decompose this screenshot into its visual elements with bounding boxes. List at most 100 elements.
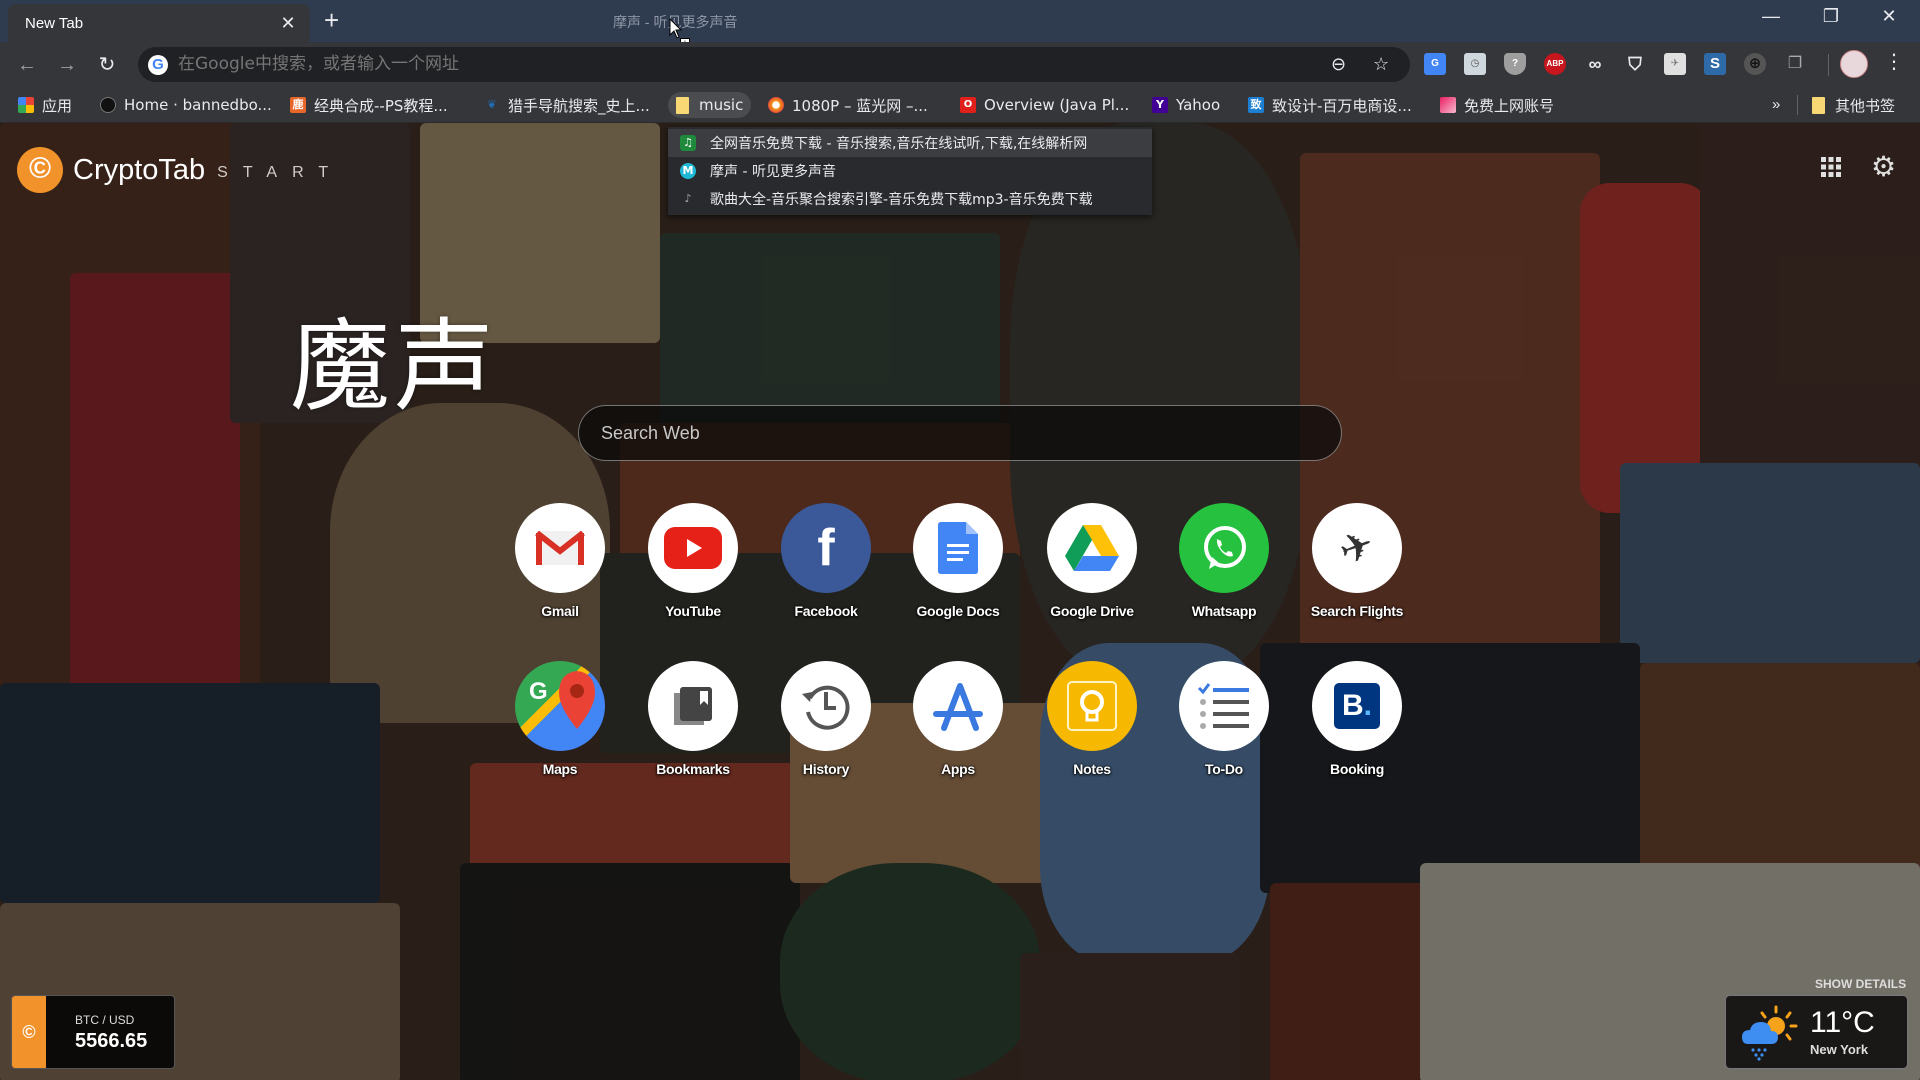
settings-button[interactable]: ⚙ [1871,153,1896,181]
tile-notes[interactable]: Notes [1042,661,1142,777]
history-icon [781,661,871,751]
weather-city: New York [1810,1042,1869,1057]
btc-pair-label: BTC / USD [75,1013,135,1027]
tile-youtube[interactable]: YouTube [643,503,743,619]
show-details-link[interactable]: SHOW DETAILS [1815,977,1906,991]
app-store-icon [913,661,1003,751]
bookmark-ps-tutorial[interactable]: 鹿 经典合成--PS教程... [282,92,456,118]
btc-price-value: 5566.65 [75,1030,148,1052]
menu-item-song-collection[interactable]: ♪ 歌曲大全-音乐聚合搜索引擎-音乐免费下载mp3-音乐免费下载 [668,185,1152,213]
chrome-menu-icon[interactable]: ⋮ [1884,49,1904,74]
bookmark-yahoo[interactable]: Y Yahoo [1144,92,1228,118]
weather-sun-cloud-rain-icon [1742,1005,1798,1061]
reload-button[interactable]: ↻ [93,51,121,79]
adblock-plus-icon[interactable]: ABP [1544,53,1566,75]
cryptotab-icon: © [17,147,63,193]
shield-extension-icon[interactable]: ? [1504,53,1526,75]
tile-label: Notes [1073,761,1111,777]
brand-name: CryptoTab [73,153,206,186]
bookmark-hunter-nav[interactable]: ❦ 猎手导航搜索_史上... [476,92,658,118]
new-tab-button[interactable]: + [324,7,339,33]
other-bookmarks[interactable]: 其他书签 [1804,92,1903,118]
booking-icon: B. [1312,661,1402,751]
tile-gmail[interactable]: Gmail [510,503,610,619]
tile-apps[interactable]: Apps [908,661,1008,777]
pages-extension-icon[interactable]: ❐ [1784,53,1806,75]
menu-item-quanwang-music[interactable]: ♫ 全网音乐免费下载 - 音乐搜索,音乐在线试听,下载,在线解析网 [668,129,1152,157]
profile-avatar[interactable] [1840,50,1868,78]
bookmark-folder-music[interactable]: music [668,92,752,118]
tile-maps[interactable]: G Maps [510,661,610,777]
weather-temperature: 11°C [1810,1006,1875,1039]
bookmark-label: 经典合成--PS教程... [314,96,448,115]
tile-history[interactable]: History [776,661,876,777]
tile-whatsapp[interactable]: Whatsapp [1174,503,1274,619]
bookmark-1080p[interactable]: 1080P – 蓝光网 –... [760,92,936,118]
bird-extension-icon[interactable]: ✈ [1664,53,1686,75]
back-button[interactable]: ← [13,51,41,79]
bookmark-label: 猎手导航搜索_史上... [508,96,650,115]
tile-booking[interactable]: B. Booking [1307,661,1407,777]
weather-widget[interactable]: 11°C New York [1725,995,1908,1069]
tile-facebook[interactable]: f Facebook [776,503,876,619]
gmail-icon [515,503,605,593]
search-box[interactable] [578,405,1342,461]
omnibox[interactable]: G ⊖ ☆ [138,47,1410,82]
restore-button[interactable]: ❐ [1808,6,1854,27]
tile-to-do[interactable]: To-Do [1174,661,1274,777]
menu-item-label: 歌曲大全-音乐聚合搜索引擎-音乐免费下载mp3-音乐免费下载 [710,192,1093,208]
music-hearts-icon: ♪ [684,192,692,205]
bookmark-label: 免费上网账号 [1464,96,1555,115]
menu-item-mosheng[interactable]: M 摩声 - 听见更多声音 [668,157,1152,185]
globe-extension-icon[interactable]: ⊕ [1744,53,1766,75]
bookmarks-separator [1797,95,1798,115]
tile-search-flights[interactable]: ✈ Search Flights [1307,503,1407,619]
brand-suffix: START [217,164,344,181]
forward-button[interactable]: → [53,51,81,79]
link-extension-icon[interactable]: ∞ [1584,53,1606,75]
cryptotab-logo[interactable]: © CryptoTab START [17,147,343,193]
mouse-cursor-icon [669,18,683,39]
github-icon [100,97,116,113]
tile-label: History [802,761,850,777]
zoom-out-icon[interactable]: ⊖ [1331,54,1346,75]
bookmark-github[interactable]: Home · bannedbo... [92,92,280,118]
facebook-icon: f [781,503,871,593]
bookmarks-icon [648,661,738,751]
s-extension-icon[interactable]: S [1704,53,1726,75]
apps-grid-button[interactable] [1820,156,1842,183]
close-tab-icon[interactable]: ✕ [278,13,298,34]
address-input[interactable] [178,47,1078,82]
oracle-icon: O [960,97,976,113]
bookmark-java-overview[interactable]: O Overview (Java Pl... [952,92,1137,118]
btc-price-widget[interactable]: © BTC / USD 5566.65 [11,995,175,1069]
tile-bookmarks[interactable]: Bookmarks [643,661,743,777]
bookmarks-overflow-button[interactable]: » [1772,96,1780,113]
tile-label: Google Drive [1050,603,1134,619]
menu-item-label: 全网音乐免费下载 - 音乐搜索,音乐在线试听,下载,在线解析网 [710,136,1088,152]
tab-new-tab[interactable]: New Tab ✕ [8,4,310,42]
bookmark-label: Overview (Java Pl... [984,96,1130,114]
m-circle-icon: M [680,163,696,179]
close-window-button[interactable]: ✕ [1866,6,1912,27]
bookmark-label: 致设计-百万电商设... [1272,96,1412,115]
star-bookmark-icon[interactable]: ☆ [1373,54,1389,75]
bookmarks-bar: 应用 Home · bannedbo... 鹿 经典合成--PS教程... ❦ … [0,87,1920,123]
search-input[interactable] [579,406,1341,460]
tile-google-docs[interactable]: Google Docs [908,503,1008,619]
bookmark-extension-icon[interactable]: ⛉ [1624,53,1646,75]
clock-extension-icon[interactable]: ◷ [1464,53,1486,75]
other-bookmarks-label: 其他书签 [1835,96,1896,115]
bookmark-apps[interactable]: 应用 [10,92,80,118]
google-translate-icon[interactable]: G [1424,53,1446,75]
bookmark-zhi-design[interactable]: 致 致设计-百万电商设... [1240,92,1420,118]
notes-icon [1047,661,1137,751]
bookmark-label: 1080P – 蓝光网 –... [792,96,928,115]
tile-label: YouTube [665,603,721,619]
bluray-icon [768,97,784,113]
google-icon: G [148,55,168,75]
minimize-button[interactable]: — [1748,6,1794,27]
tile-google-drive[interactable]: Google Drive [1042,503,1142,619]
free-account-icon [1440,97,1456,113]
bookmark-free-account[interactable]: 免费上网账号 [1432,92,1562,118]
